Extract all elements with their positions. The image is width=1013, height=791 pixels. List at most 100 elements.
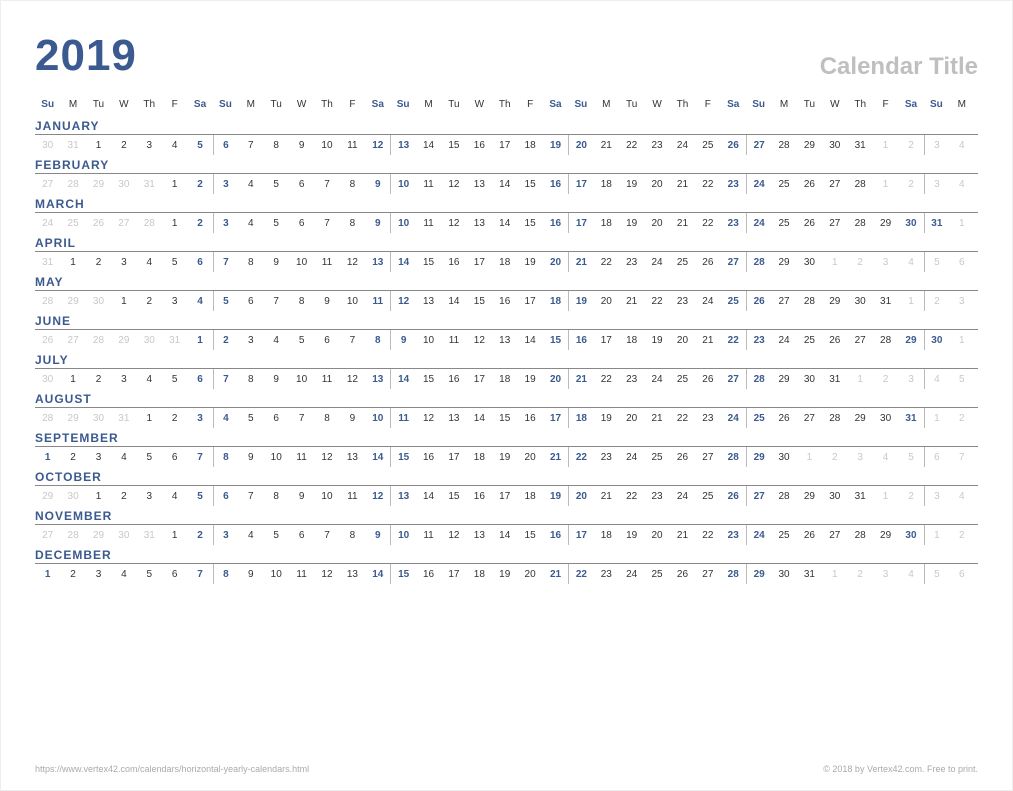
day-cell: 14 xyxy=(416,486,441,506)
day-cell: 8 xyxy=(289,291,314,311)
day-cell: 6 xyxy=(314,330,339,350)
day-cell: 28 xyxy=(848,174,873,194)
day-row: 1234567891011121314151617181920212223242… xyxy=(35,447,978,467)
day-cell: 24 xyxy=(746,525,771,545)
day-cell: 2 xyxy=(898,135,923,155)
day-cell: 23 xyxy=(619,252,644,272)
day-cell: 27 xyxy=(60,330,85,350)
day-cell: 1 xyxy=(873,486,898,506)
day-cell: 1 xyxy=(898,291,923,311)
day-cell: 8 xyxy=(340,525,365,545)
day-cell: 13 xyxy=(467,213,492,233)
day-cell: 20 xyxy=(568,135,593,155)
day-cell: 6 xyxy=(187,369,212,389)
day-cell: 2 xyxy=(60,447,85,467)
month-name: AUGUST xyxy=(35,392,978,408)
day-cell: 23 xyxy=(670,291,695,311)
dow-cell: W xyxy=(111,99,136,112)
day-cell: 7 xyxy=(314,174,339,194)
day-cell: 26 xyxy=(695,369,720,389)
day-cell: 2 xyxy=(162,408,187,428)
day-cell: 30 xyxy=(137,330,162,350)
day-cell: 16 xyxy=(416,447,441,467)
day-cell: 28 xyxy=(60,174,85,194)
day-cell: 21 xyxy=(695,330,720,350)
day-cell: 20 xyxy=(517,564,542,584)
day-cell: 4 xyxy=(111,447,136,467)
day-cell: 8 xyxy=(340,174,365,194)
month-block: MAY2829301234567891011121314151617181920… xyxy=(35,275,978,311)
day-cell: 31 xyxy=(35,252,60,272)
day-cell: 13 xyxy=(390,135,415,155)
day-cell: 3 xyxy=(213,213,238,233)
day-cell: 30 xyxy=(35,369,60,389)
day-cell: 9 xyxy=(314,291,339,311)
day-row: 2829303112345678910111213141516171819202… xyxy=(35,408,978,428)
day-cell: 16 xyxy=(416,564,441,584)
day-cell: 7 xyxy=(213,252,238,272)
day-cell: 27 xyxy=(822,525,847,545)
day-cell: 30 xyxy=(822,135,847,155)
day-cell: 24 xyxy=(644,252,669,272)
dow-cell: Tu xyxy=(619,99,644,112)
day-cell: 25 xyxy=(644,447,669,467)
day-cell: 15 xyxy=(441,135,466,155)
day-cell: 16 xyxy=(492,291,517,311)
day-cell: 5 xyxy=(898,447,923,467)
dow-cell: Tu xyxy=(264,99,289,112)
day-cell: 1 xyxy=(949,213,974,233)
day-cell: 16 xyxy=(467,135,492,155)
dow-cell: M xyxy=(238,99,263,112)
day-cell: 15 xyxy=(517,174,542,194)
day-cell: 3 xyxy=(137,486,162,506)
day-cell: 5 xyxy=(264,213,289,233)
month-block: SEPTEMBER1234567891011121314151617181920… xyxy=(35,431,978,467)
day-cell: 2 xyxy=(86,369,111,389)
day-cell: 7 xyxy=(187,564,212,584)
day-cell: 7 xyxy=(314,213,339,233)
month-block: APRIL31123456789101112131415161718192021… xyxy=(35,236,978,272)
day-cell: 7 xyxy=(340,330,365,350)
day-cell: 28 xyxy=(746,369,771,389)
day-cell: 12 xyxy=(390,291,415,311)
day-cell: 1 xyxy=(187,330,212,350)
day-cell: 16 xyxy=(441,252,466,272)
month-name: DECEMBER xyxy=(35,548,978,564)
day-cell: 20 xyxy=(543,369,568,389)
dow-cell: Th xyxy=(670,99,695,112)
day-cell: 15 xyxy=(441,486,466,506)
day-cell: 29 xyxy=(873,213,898,233)
dow-cell: Sa xyxy=(898,99,923,112)
day-cell: 1 xyxy=(60,252,85,272)
day-cell: 5 xyxy=(924,564,949,584)
day-cell: 12 xyxy=(340,252,365,272)
day-cell: 20 xyxy=(670,330,695,350)
day-cell: 22 xyxy=(644,291,669,311)
day-cell: 3 xyxy=(213,174,238,194)
day-cell: 6 xyxy=(162,447,187,467)
day-cell: 22 xyxy=(695,213,720,233)
day-cell: 3 xyxy=(162,291,187,311)
day-cell: 19 xyxy=(492,447,517,467)
day-cell: 16 xyxy=(441,369,466,389)
day-cell: 2 xyxy=(822,447,847,467)
day-cell: 12 xyxy=(441,213,466,233)
month-block: FEBRUARY27282930311234567891011121314151… xyxy=(35,158,978,194)
day-cell: 1 xyxy=(35,447,60,467)
day-cell: 9 xyxy=(365,174,390,194)
day-cell: 9 xyxy=(238,564,263,584)
day-cell: 1 xyxy=(162,525,187,545)
day-cell: 21 xyxy=(670,174,695,194)
month-name: APRIL xyxy=(35,236,978,252)
day-cell: 1 xyxy=(822,564,847,584)
day-cell: 12 xyxy=(365,135,390,155)
day-cell: 29 xyxy=(746,447,771,467)
day-cell: 8 xyxy=(365,330,390,350)
day-cell: 13 xyxy=(416,291,441,311)
day-cell: 18 xyxy=(594,213,619,233)
day-cell: 4 xyxy=(949,486,974,506)
day-cell: 11 xyxy=(340,486,365,506)
months-container: JANUARY303112345678910111213141516171819… xyxy=(35,119,978,584)
day-cell: 2 xyxy=(187,174,212,194)
day-cell: 14 xyxy=(492,174,517,194)
